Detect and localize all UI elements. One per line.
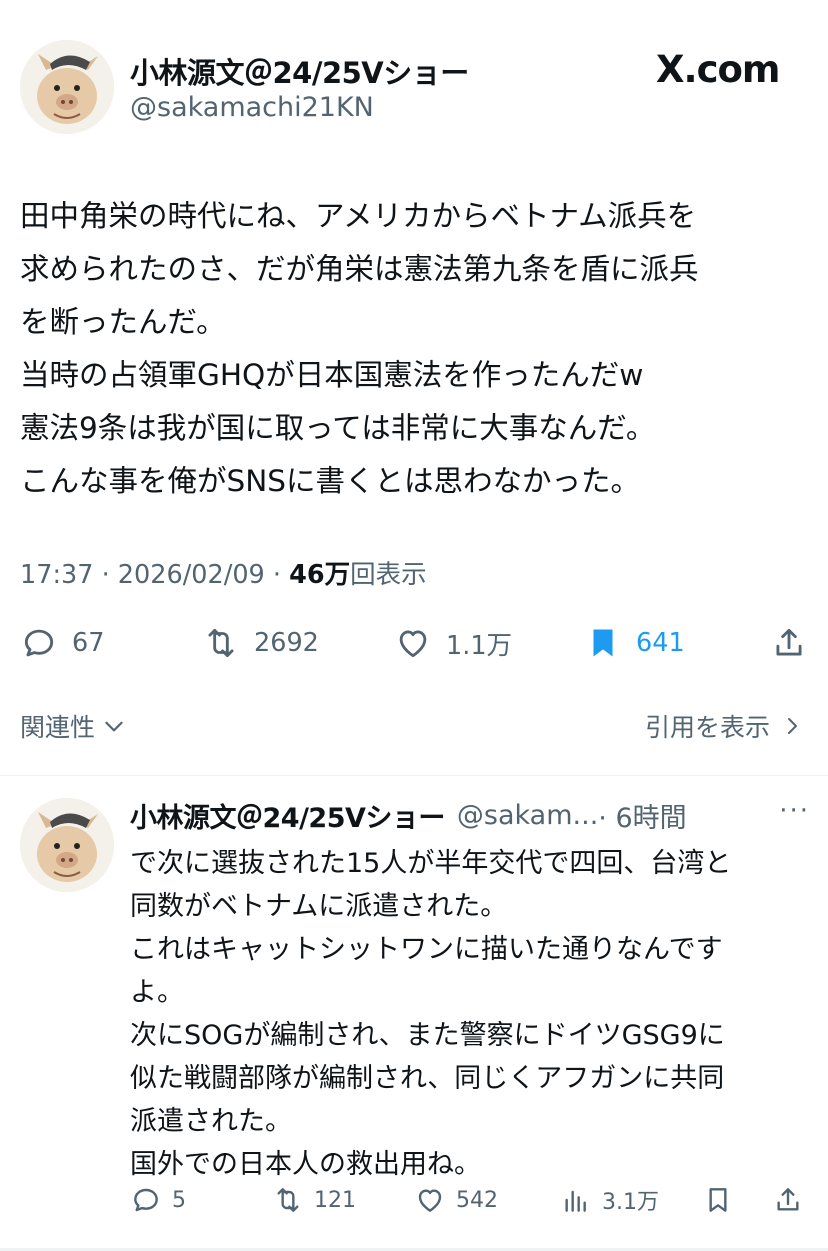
author-handle[interactable]: @sakamachi21KN [130,92,374,123]
reply-text: で次に選抜された15人が半年交代で四回、台湾と 同数がベトナムに派遣された。 こ… [130,842,810,1186]
tweet-line: こんな事を俺がSNSに書くとは思わなかった。 [20,464,641,498]
retweet-icon [277,1188,299,1212]
reply-line: 同数がベトナムに派遣された。 [130,891,508,922]
more-options-button[interactable]: ··· [779,796,810,826]
retweet-count: 2692 [254,628,319,658]
reply-retweet-button[interactable]: 121 [272,1184,356,1216]
reply-button[interactable]: 67 [20,624,104,662]
reply-line: よ。 [130,977,184,1008]
reply-count: 67 [72,628,105,658]
tweet-meta: 17:37 · 2026/02/09 · 46万回表示 [20,554,427,591]
share-icon [777,1188,799,1211]
brand-logo: X.com [656,48,780,91]
heart-icon [399,630,427,658]
bookmark-icon [593,629,613,657]
reply-line: 次にSOGが編制され、また警察にドイツGSG9に [130,1020,725,1051]
author-avatar[interactable] [20,40,114,134]
relevance-sort-button[interactable]: 関連性 [20,708,127,744]
share-icon [776,628,802,656]
chevron-down-icon [105,721,123,732]
reply-header: 小林源文＠24/25Vショー @sakam... · 6時間 ··· [130,796,820,835]
tweet-line: 田中角栄の時代にね、アメリカからベトナム派兵を [20,199,697,233]
reply-share-button[interactable] [772,1184,804,1216]
bookmark-button[interactable]: 641 [584,624,685,662]
divider [0,775,828,776]
reply-author-avatar[interactable] [20,798,114,892]
tweet-line: を断ったんだ。 [20,305,226,339]
retweet-button[interactable]: 2692 [202,624,319,662]
retweet-icon [208,628,234,658]
reply-views-count: 3.1万 [602,1190,659,1215]
like-button[interactable]: 1.1万 [394,624,512,662]
like-count: 1.1万 [446,630,513,661]
view-quotes-label: 引用を表示 [644,713,770,742]
view-count: 46万 [289,560,351,590]
reply-retweet-count: 121 [314,1187,356,1213]
analytics-icon [565,1190,586,1212]
pig-avatar-icon [20,40,114,134]
reply-author-handle[interactable]: @sakam... [457,800,598,831]
view-label: 回表示 [350,560,427,590]
chevron-right-icon [788,718,797,734]
reply-author-name[interactable]: 小林源文＠24/25Vショー [130,796,445,835]
reply-line: 派遣された。 [130,1106,292,1137]
reply-line: で次に選抜された15人が半年交代で四回、台湾と [130,848,732,879]
reply-icon [24,629,54,657]
tweet-line: 当時の占領軍GHQが日本国憲法を作ったんだw [20,358,644,392]
reply-actions: 5 121 542 3.1万 [0,1180,828,1224]
reply-reply-button[interactable]: 5 [130,1184,186,1216]
pig-avatar-icon [20,798,114,892]
reply-icon [134,1188,158,1212]
reply-bookmark-button[interactable] [702,1184,734,1216]
reply-views-button[interactable]: 3.1万 [560,1184,659,1216]
view-quotes-link[interactable]: 引用を表示 [645,708,804,744]
tweet-timestamp[interactable]: 17:37 · 2026/02/09 · [20,560,289,590]
reply-like-count: 542 [456,1187,498,1213]
heart-icon [418,1189,442,1212]
bookmark-icon [709,1188,727,1212]
tweet-text: 田中角栄の時代にね、アメリカからベトナム派兵を 求められたのさ、だが角栄は憲法第… [20,190,810,508]
share-button[interactable] [770,624,808,662]
reply-timestamp[interactable]: · 6時間 [598,796,686,835]
reply-like-button[interactable]: 542 [414,1184,498,1216]
reply-reply-count: 5 [172,1187,186,1213]
bookmark-count: 641 [636,628,685,658]
tweet-line: 憲法9条は我が国に取っては非常に大事なんだ。 [20,411,656,445]
tweet-line: 求められたのさ、だが角栄は憲法第九条を盾に派兵 [20,252,699,286]
tweet-actions: 67 2692 1.1万 641 [0,616,828,670]
reply-line: これはキャットシットワンに描いた通りなんです [130,934,723,965]
reply-line: 似た戦闘部隊が編制され、同じくアフガンに共同 [130,1063,725,1094]
author-name[interactable]: 小林源文＠24/25Vショー [130,50,469,92]
relevance-label: 関連性 [20,713,96,742]
